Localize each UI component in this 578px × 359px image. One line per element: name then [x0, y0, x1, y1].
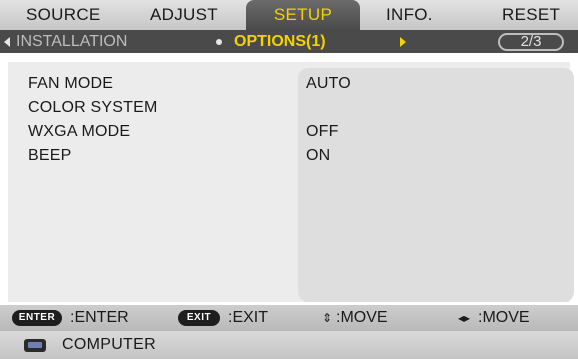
exit-hint: :EXIT [228, 309, 269, 326]
setting-label-wxga-mode[interactable]: WXGA MODE [28, 120, 130, 144]
move-horizontal-hint: :MOVE [478, 309, 530, 326]
key-hint-bar: ENTER :ENTER EXIT :EXIT ⇕ :MOVE ◂▸ :MOVE [0, 305, 578, 331]
source-label: COMPUTER [62, 336, 156, 353]
main-tab-bar: SOURCE ADJUST SETUP INFO. RESET [0, 0, 578, 30]
source-bar: COMPUTER [0, 331, 578, 359]
tab-setup[interactable]: SETUP [246, 0, 360, 30]
settings-panel: FAN MODE AUTO COLOR SYSTEM WXGA MODE OFF… [8, 62, 574, 302]
arrow-left-icon[interactable] [4, 37, 10, 47]
setting-label-fan-mode[interactable]: FAN MODE [28, 72, 113, 96]
monitor-icon [24, 339, 46, 352]
subtab-installation[interactable]: INSTALLATION [16, 30, 127, 53]
tab-adjust[interactable]: ADJUST [150, 0, 218, 30]
tab-info[interactable]: INFO. [386, 0, 433, 30]
subtab-options[interactable]: OPTIONS(1) [234, 30, 326, 53]
tab-source[interactable]: SOURCE [26, 0, 101, 30]
setting-value-fan-mode: AUTO [306, 75, 351, 92]
up-down-arrow-icon: ⇕ [322, 311, 333, 325]
setting-label-color-system[interactable]: COLOR SYSTEM [28, 96, 158, 120]
setting-value-beep: ON [306, 147, 331, 164]
values-column [298, 68, 574, 302]
move-vertical-hint: :MOVE [336, 309, 388, 326]
left-right-arrow-icon: ◂▸ [458, 311, 471, 325]
exit-key-badge: EXIT [178, 310, 220, 326]
enter-hint: :ENTER [70, 309, 129, 326]
bullet-icon [216, 39, 222, 45]
setting-label-beep[interactable]: BEEP [28, 144, 72, 168]
page-indicator: 2/3 [498, 33, 564, 51]
enter-key-badge: ENTER [12, 310, 62, 326]
osd-menu: SOURCE ADJUST SETUP INFO. RESET INSTALLA… [0, 0, 578, 359]
setting-value-wxga-mode: OFF [306, 123, 339, 140]
tab-reset[interactable]: RESET [502, 0, 560, 30]
sub-tab-bar: INSTALLATION OPTIONS(1) 2/3 [0, 30, 578, 53]
arrow-right-icon[interactable] [400, 37, 406, 47]
